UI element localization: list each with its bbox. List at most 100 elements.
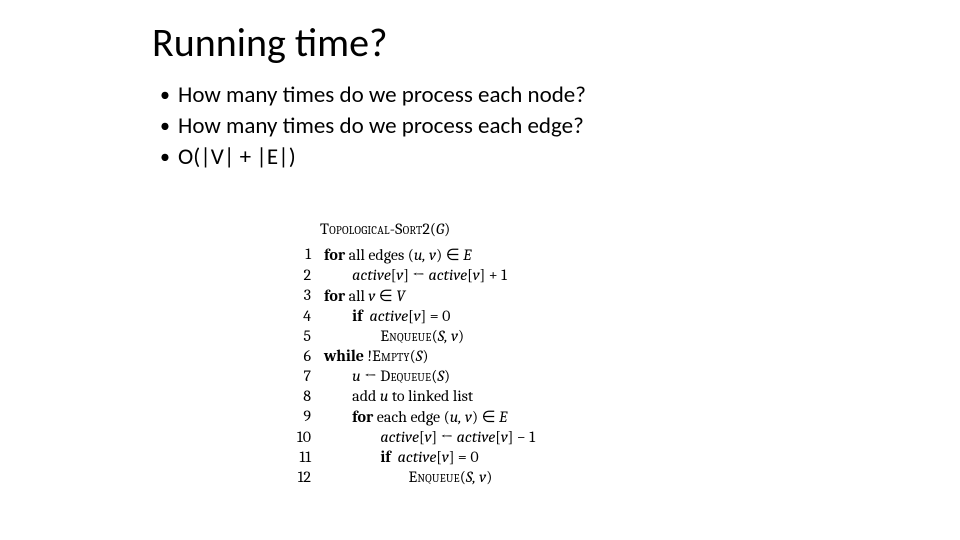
procedure-name: Dequeue [380, 367, 431, 385]
identifier: v [442, 448, 449, 466]
algorithm-name-close: ) [444, 220, 450, 238]
keyword: if [380, 448, 390, 466]
keyword: if [352, 307, 362, 325]
identifier: E [463, 246, 471, 264]
line-code: while !Empty(S) [323, 346, 536, 366]
procedure-name: Enqueue [408, 468, 459, 486]
code-text: ] ← [431, 428, 456, 446]
code-text: ∈ [375, 287, 396, 305]
bullet-text: O(|V| + |E|) [178, 142, 296, 173]
code-text: ] − 1 [508, 428, 535, 446]
line-code: u ← Dequeue(S) [323, 366, 536, 386]
algorithm-line: 8 add u to linked list [292, 386, 536, 406]
algorithm-line: 12 Enqueue(S, v) [292, 467, 536, 487]
identifier: active [380, 428, 419, 446]
identifier: S, v [466, 468, 486, 486]
code-text: ] + 1 [480, 266, 507, 284]
keyword: for [324, 287, 345, 305]
algorithm-line: 9 for each edge (u, v) ∈ E [292, 406, 536, 427]
line-number: 8 [292, 386, 323, 406]
bullet-marker: • [160, 111, 178, 141]
line-code: if active[v] = 0 [323, 306, 536, 326]
code-text: ] = 0 [421, 307, 451, 325]
code-text: ) [486, 468, 492, 486]
bullet-list: • How many times do we process each node… [160, 80, 586, 173]
algorithm-line: 7 u ← Dequeue(S) [292, 366, 536, 386]
line-number: 1 [292, 244, 323, 265]
slide: Running time? • How many times do we pro… [0, 0, 960, 540]
line-number: 2 [292, 265, 323, 285]
identifier: active [352, 266, 391, 284]
code-text: to linked list [388, 387, 473, 405]
line-code: Enqueue(S, v) [323, 326, 536, 346]
line-number: 3 [292, 285, 323, 306]
line-number: 11 [292, 447, 323, 467]
line-code: active[v] ← active[v] + 1 [323, 265, 536, 285]
line-code: active[v] ← active[v] − 1 [323, 427, 536, 447]
algorithm-name-sc: Topological-Sort [320, 220, 422, 238]
identifier: active [370, 307, 409, 325]
algorithm-name: Topological-Sort2(G) [320, 220, 536, 238]
line-number: 9 [292, 406, 323, 427]
code-text: ← [361, 367, 381, 385]
code-text: ) [458, 327, 464, 345]
bullet-text: How many times do we process each edge? [178, 111, 584, 142]
procedure-name: Enqueue [380, 327, 431, 345]
line-code: for all edges (u, v) ∈ E [323, 244, 536, 265]
code-text: ] = 0 [449, 448, 479, 466]
identifier: u, v [450, 408, 472, 426]
identifier: u [352, 367, 361, 385]
bullet-marker: • [160, 142, 178, 172]
bullet-marker: • [160, 80, 178, 110]
bullet-item: • How many times do we process each node… [160, 80, 586, 111]
algorithm-line: 6while !Empty(S) [292, 346, 536, 366]
bullet-item: • How many times do we process each edge… [160, 111, 586, 142]
code-text: ) [444, 367, 450, 385]
identifier: active [457, 428, 496, 446]
identifier: v [473, 266, 480, 284]
code-text: each edge ( [373, 408, 449, 426]
identifier: V [396, 287, 405, 305]
code-text: add [352, 387, 380, 405]
code-text: ) ∈ [472, 408, 499, 426]
line-code: for each edge (u, v) ∈ E [323, 406, 536, 427]
bullet-text: How many times do we process each node? [178, 80, 586, 111]
algorithm-line: 5 Enqueue(S, v) [292, 326, 536, 346]
code-text: ) ∈ [436, 246, 463, 264]
bullet-item: • O(|V| + |E|) [160, 142, 586, 173]
algorithm-block: Topological-Sort2(G) 1for all edges (u, … [292, 220, 536, 487]
keyword: while [324, 347, 364, 365]
code-text: ! [364, 347, 372, 365]
code-text: all edges ( [345, 246, 414, 264]
line-number: 7 [292, 366, 323, 386]
algorithm-line: 3for all v ∈ V [292, 285, 536, 306]
line-number: 12 [292, 467, 323, 487]
algorithm-line: 1for all edges (u, v) ∈ E [292, 244, 536, 265]
identifier: v [414, 307, 421, 325]
code-text [362, 307, 369, 325]
identifier: S, v [438, 327, 458, 345]
line-number: 6 [292, 346, 323, 366]
identifier: E [499, 408, 507, 426]
algorithm-line: 2 active[v] ← active[v] + 1 [292, 265, 536, 285]
identifier: v [501, 428, 508, 446]
line-code: for all v ∈ V [323, 285, 536, 306]
slide-title: Running time? [152, 18, 388, 67]
identifier: active [398, 448, 437, 466]
keyword: for [324, 246, 345, 264]
algorithm-name-suffix: 2( [422, 220, 436, 238]
code-text: ) [422, 347, 428, 365]
line-code: add u to linked list [323, 386, 536, 406]
line-number: 4 [292, 306, 323, 326]
line-number: 5 [292, 326, 323, 346]
code-text: all [345, 287, 368, 305]
keyword: for [352, 408, 373, 426]
line-code: Enqueue(S, v) [323, 467, 536, 487]
algorithm-line: 4 if active[v] = 0 [292, 306, 536, 326]
algorithm-line: 11 if active[v] = 0 [292, 447, 536, 467]
algorithm-lines: 1for all edges (u, v) ∈ E2 active[v] ← a… [292, 244, 536, 487]
algorithm-name-arg: G [436, 220, 444, 238]
code-text: ] ← [403, 266, 428, 284]
identifier: active [428, 266, 467, 284]
procedure-name: Empty [372, 347, 410, 365]
